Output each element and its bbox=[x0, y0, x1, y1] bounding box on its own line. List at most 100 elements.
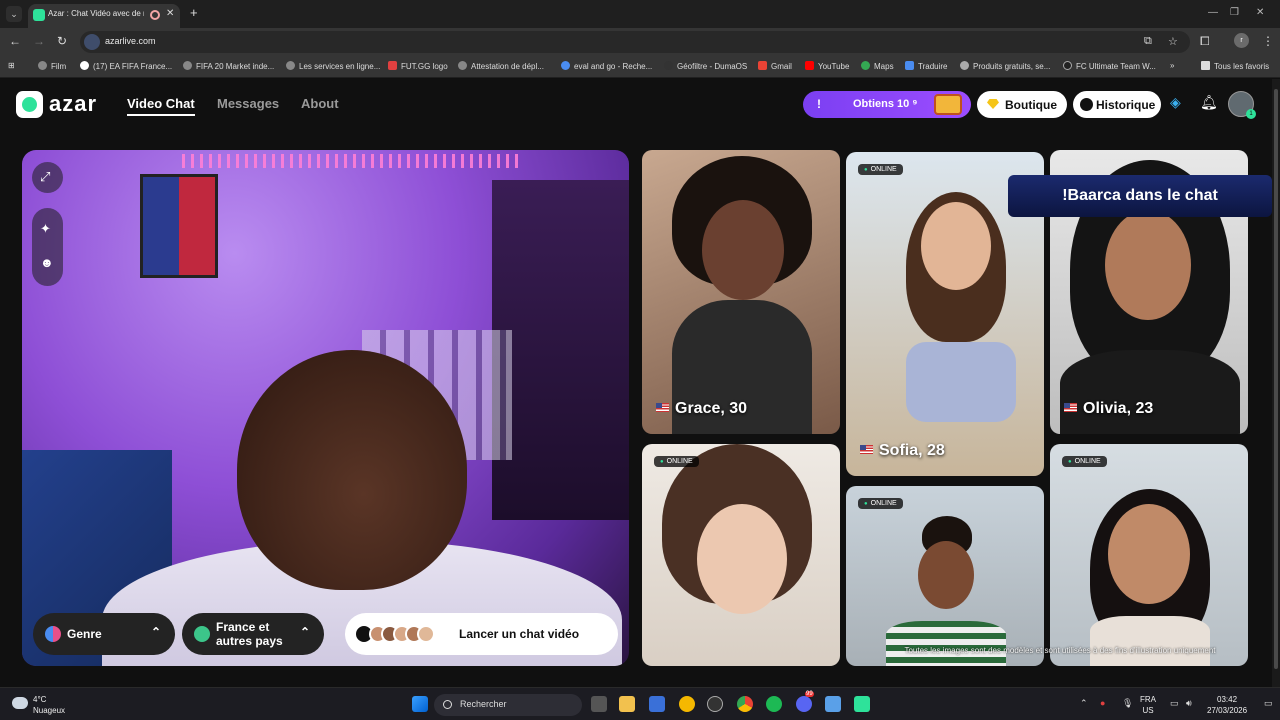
notepad-icon[interactable] bbox=[825, 696, 841, 712]
nav-messages[interactable]: Messages bbox=[217, 96, 279, 111]
browser-tab[interactable]: Azar : Chat Vidéo avec de n ✕ bbox=[28, 4, 180, 28]
bookmark-item[interactable]: Gmail bbox=[758, 61, 792, 71]
url-field[interactable]: azarlive.com ⧉ ☆ bbox=[80, 31, 1190, 53]
bookmark-item[interactable]: (17) EA FIFA France... bbox=[80, 61, 172, 71]
azar-logo-text[interactable]: azar bbox=[49, 91, 97, 117]
xbox-icon[interactable] bbox=[707, 696, 723, 712]
store-icon[interactable] bbox=[649, 696, 665, 712]
azar-app-icon[interactable] bbox=[854, 696, 870, 712]
app-icon[interactable] bbox=[679, 696, 695, 712]
region-filter-button[interactable]: France et autres pays ⌃ bbox=[182, 613, 324, 655]
all-bookmarks-folder[interactable]: Tous les favoris bbox=[1201, 61, 1269, 71]
weather-condition: Nuageux bbox=[33, 706, 66, 715]
photo-top bbox=[1060, 350, 1240, 434]
profile-card-4[interactable]: ONLINE bbox=[642, 444, 840, 666]
tray-app-icon[interactable]: ● bbox=[1100, 698, 1105, 708]
microphone-icon[interactable]: 🎙︎ bbox=[1122, 698, 1133, 709]
led-lights bbox=[182, 154, 522, 168]
bookmark-item[interactable]: Les services en ligne... bbox=[286, 61, 380, 71]
reload-icon[interactable]: ↻ bbox=[57, 34, 67, 48]
start-video-chat-button[interactable]: Lancer un chat vidéo bbox=[345, 613, 618, 655]
bookmark-item[interactable]: Film bbox=[38, 61, 66, 71]
bookmark-item[interactable]: Attestation de dépl... bbox=[458, 61, 544, 71]
profile-name: Grace, 30 bbox=[656, 400, 747, 418]
bookmark-item[interactable]: Produits gratuits, se... bbox=[960, 61, 1050, 71]
extensions-icon[interactable]: ⧠ bbox=[1200, 34, 1210, 49]
genre-label: Genre bbox=[67, 627, 102, 641]
volume-icon[interactable]: 🔊︎ bbox=[1186, 698, 1192, 709]
file-explorer-icon[interactable] bbox=[619, 696, 635, 712]
show-hidden-icons-chevron[interactable]: ⌃ bbox=[1080, 698, 1088, 709]
forward-icon[interactable]: → bbox=[33, 34, 45, 48]
network-icon[interactable]: ▭ bbox=[1170, 698, 1179, 709]
url-text: azarlive.com bbox=[105, 36, 156, 46]
clock-widget[interactable]: 03:42 27/03/2026 bbox=[1207, 694, 1247, 716]
maximize-icon[interactable]: ❐ bbox=[1230, 7, 1239, 18]
bookmark-item[interactable]: Géofiltre - DumaOS bbox=[664, 61, 747, 71]
online-badge: ONLINE bbox=[654, 456, 699, 467]
windows-start-icon[interactable] bbox=[412, 696, 428, 712]
bookmark-item[interactable]: YouTube bbox=[805, 61, 849, 71]
nav-about[interactable]: About bbox=[301, 96, 339, 111]
us-flag-icon bbox=[656, 403, 669, 412]
profile-thumb bbox=[417, 625, 435, 643]
boutique-button[interactable]: Boutique bbox=[977, 91, 1067, 118]
spotify-icon[interactable] bbox=[766, 696, 782, 712]
bookmark-item[interactable]: FIFA 20 Market inde... bbox=[183, 61, 274, 71]
nav-video-chat[interactable]: Video Chat bbox=[127, 96, 195, 116]
magic-wand-icon[interactable]: ✦ bbox=[40, 221, 51, 237]
tab-search-button[interactable]: ⌄ bbox=[6, 6, 22, 22]
site-info-icon[interactable] bbox=[84, 34, 100, 50]
camera-tools: ✦ ☻ bbox=[32, 208, 63, 286]
new-tab-button[interactable]: + bbox=[190, 5, 198, 20]
task-view-icon[interactable] bbox=[591, 696, 607, 712]
bookmark-star-icon[interactable]: ☆ bbox=[1168, 35, 1178, 48]
profile-card-5[interactable]: ONLINE bbox=[846, 486, 1044, 666]
close-window-icon[interactable]: ✕ bbox=[1256, 7, 1264, 18]
scrollbar-thumb[interactable] bbox=[1274, 89, 1278, 669]
chrome-icon[interactable] bbox=[737, 696, 753, 712]
back-icon[interactable]: ← bbox=[9, 34, 21, 48]
weather-widget[interactable]: 4°C Nuageux bbox=[33, 694, 65, 716]
profile-card-6[interactable]: ONLINE bbox=[1050, 444, 1248, 666]
promo-button[interactable]: ! Obtiens 10 ⁹ bbox=[803, 91, 971, 118]
bookmark-item[interactable]: eval and go - Reche... bbox=[561, 61, 652, 71]
menu-icon[interactable]: ⋮ bbox=[1262, 34, 1274, 48]
historique-button[interactable]: Historique bbox=[1073, 91, 1161, 118]
more-bookmarks-icon[interactable]: » bbox=[1170, 61, 1174, 70]
cloud-icon[interactable] bbox=[12, 697, 28, 709]
close-tab-icon[interactable]: ✕ bbox=[166, 8, 174, 19]
photo-face bbox=[921, 202, 991, 290]
azar-logo-icon[interactable] bbox=[16, 91, 43, 118]
minimize-icon[interactable]: — bbox=[1208, 7, 1218, 18]
promo-exclaim: ! bbox=[817, 97, 821, 111]
bookmark-item[interactable]: FUT.GG logo bbox=[388, 61, 448, 71]
recording-icon bbox=[150, 10, 160, 20]
discord-icon[interactable]: 99 bbox=[796, 691, 814, 712]
language-indicator[interactable]: FRA US bbox=[1140, 694, 1156, 716]
search-icon bbox=[443, 700, 452, 709]
taskbar-search[interactable]: Rechercher bbox=[434, 694, 582, 716]
expand-button[interactable]: ⤢ bbox=[32, 162, 63, 193]
diamond-icon bbox=[987, 99, 999, 109]
apps-grid-icon[interactable]: ⊞ bbox=[8, 61, 15, 70]
profile-name: Olivia, 23 bbox=[1064, 400, 1153, 418]
browser-tab-bar: ⌄ Azar : Chat Vidéo avec de n ✕ + — ❐ ✕ bbox=[0, 0, 1280, 28]
cast-icon[interactable]: ⧉ bbox=[1144, 35, 1152, 48]
notification-bell-icon[interactable]: 🔔︎ bbox=[1200, 94, 1218, 111]
user-avatar[interactable]: 1 bbox=[1228, 91, 1256, 119]
bookmark-item[interactable]: FC Ultimate Team W... bbox=[1063, 61, 1156, 71]
profile-card-grace[interactable]: Grace, 30 bbox=[642, 150, 840, 434]
azar-favicon-icon bbox=[33, 9, 45, 21]
face-filter-icon[interactable]: ☻ bbox=[40, 255, 54, 270]
bookmark-item[interactable]: Traduire bbox=[905, 61, 948, 71]
profile-avatar[interactable]: r bbox=[1234, 33, 1249, 48]
camera-preview: ⤢ ✦ ☻ Genre ⌃ France et autres pays ⌃ La… bbox=[22, 150, 629, 666]
page-scrollbar[interactable] bbox=[1272, 79, 1280, 687]
promo-label: Obtiens 10 ⁹ bbox=[853, 98, 918, 110]
genre-filter-button[interactable]: Genre ⌃ bbox=[33, 613, 175, 655]
notifications-icon[interactable]: ▭ bbox=[1264, 698, 1273, 709]
bookmark-item[interactable]: Maps bbox=[861, 61, 894, 71]
chat-bubble-icon[interactable]: ◈ bbox=[1170, 94, 1181, 111]
online-badge: ONLINE bbox=[1062, 456, 1107, 467]
